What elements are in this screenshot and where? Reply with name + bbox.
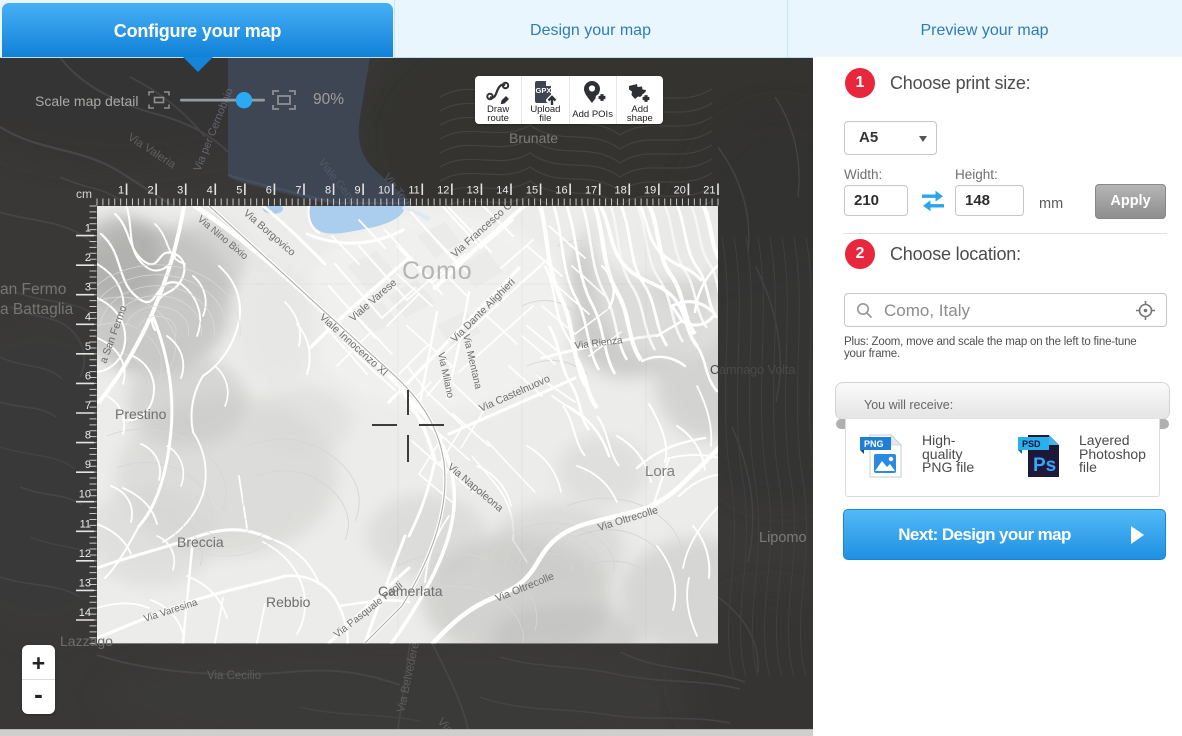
svg-text:Lazzago: Lazzago [60,633,113,649]
svg-text:13: 13 [467,185,479,197]
svg-text:cm: cm [76,187,92,201]
svg-text:7: 7 [295,185,301,197]
svg-text:5: 5 [85,341,91,353]
svg-text:Camnago Volta: Camnago Volta [710,363,796,377]
svg-text:an Fermo: an Fermo [0,281,66,298]
svg-text:GPX: GPX [536,86,552,95]
svg-text:2: 2 [85,252,91,264]
svg-text:a Battaglia: a Battaglia [0,301,74,318]
svg-text:15: 15 [526,185,538,197]
svg-text:19: 19 [644,185,656,197]
svg-text:Rebbio: Rebbio [266,594,311,610]
svg-text:3: 3 [85,282,91,294]
svg-text:6: 6 [266,185,272,197]
svg-text:8: 8 [85,430,91,442]
svg-text:12: 12 [79,548,91,560]
svg-text:Lora: Lora [645,463,676,480]
svg-text:12: 12 [437,185,449,197]
svg-text:1: 1 [85,223,91,235]
svg-text:14: 14 [79,607,91,619]
svg-text:Via Cecilio: Via Cecilio [207,670,261,682]
svg-text:21: 21 [703,185,715,197]
svg-text:17: 17 [585,185,597,197]
svg-text:Como: Como [402,257,473,285]
svg-text:20: 20 [674,185,686,197]
svg-text:Brunate: Brunate [509,130,558,146]
svg-text:10: 10 [79,489,91,501]
svg-text:8: 8 [325,185,331,197]
svg-text:1: 1 [118,185,124,197]
svg-text:18: 18 [615,185,627,197]
svg-text:Prestino: Prestino [115,406,167,422]
svg-text:9: 9 [354,185,360,197]
svg-text:13: 13 [79,577,91,589]
svg-text:16: 16 [555,185,567,197]
svg-text:9: 9 [85,459,91,471]
svg-text:3: 3 [177,185,183,197]
svg-text:2: 2 [147,185,153,197]
svg-text:4: 4 [207,185,213,197]
svg-text:Breccia: Breccia [177,534,224,550]
svg-text:6: 6 [85,370,91,382]
svg-text:PNG: PNG [864,439,884,449]
svg-text:11: 11 [80,518,91,530]
svg-text:10: 10 [378,185,390,197]
svg-text:7: 7 [85,400,91,412]
svg-text:5: 5 [236,185,242,197]
svg-text:PSD: PSD [1022,439,1041,449]
svg-text:4: 4 [85,311,91,323]
svg-text:14: 14 [496,185,508,197]
svg-text:Lipomo: Lipomo [759,530,807,546]
svg-text:11: 11 [408,185,419,197]
svg-text:Ps: Ps [1033,455,1056,476]
